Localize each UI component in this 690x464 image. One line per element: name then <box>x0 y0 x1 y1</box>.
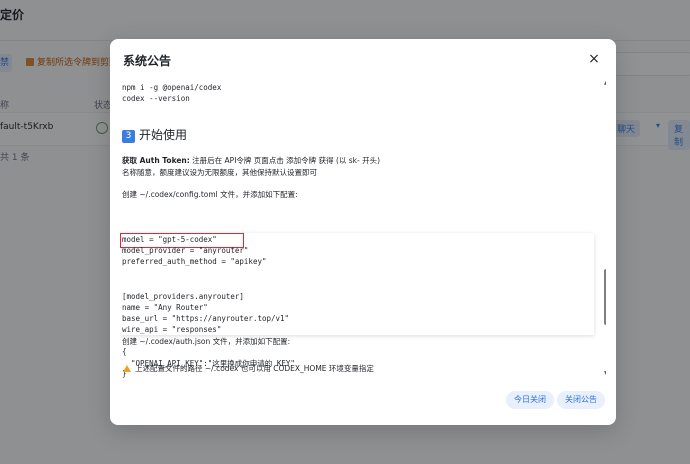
code-line: wire_api = "responses" <box>122 325 222 334</box>
number-3-icon: 3 <box>122 130 135 143</box>
auth-text: 注册后在 API令牌 页面点击 添加令牌 获得 (以 sk- 开头) <box>189 156 381 165</box>
announcement-content[interactable]: npm i -g @openai/codex codex --version 3… <box>120 75 606 383</box>
code-line: name = "Any Router" <box>122 303 208 312</box>
section-title: 开始使用 <box>139 128 188 142</box>
code-line: [model_providers.anyrouter] <box>122 292 244 301</box>
scrollbar[interactable] <box>603 75 606 383</box>
warning-icon <box>123 365 131 372</box>
code-line: model = "gpt-5-codex" <box>122 235 217 244</box>
code-line: model_provider = "anyrouter" <box>122 246 249 255</box>
warning-text: 上述配置文件的路径 ~/.codex 也可以用 CODEX_HOME 环境变量指… <box>135 364 374 373</box>
close-today-button[interactable]: 今日关闭 <box>506 391 554 409</box>
code-line: base_url = "https://anyrouter.top/v1" <box>122 314 290 323</box>
close-announcement-button[interactable]: 关闭公告 <box>557 391 605 409</box>
close-icon[interactable]: × <box>585 50 603 68</box>
scroll-down-icon[interactable]: ▼ <box>604 370 606 377</box>
announcement-modal: 系统公告 × npm i -g @openai/codex codex --ve… <box>110 39 616 425</box>
config-intro: 创建 ~/.codex/config.toml 文件，并添加如下配置: <box>122 190 298 199</box>
auth-json-intro: 创建 ~/.codex/auth.json 文件，并添加如下配置: <box>122 337 291 346</box>
auth-label: 获取 Auth Token: <box>122 156 190 165</box>
code-line: preferred_auth_method = "apikey" <box>122 257 267 266</box>
section-heading: 3 开始使用 <box>122 126 187 143</box>
code-line: codex --version <box>122 94 190 103</box>
modal-title: 系统公告 <box>123 54 172 68</box>
code-line: { <box>122 347 127 356</box>
auth-instruction: 获取 Auth Token: 注册后在 API令牌 页面点击 添加令牌 获得 (… <box>122 155 380 166</box>
auth-note: 名称随意，额度建议设为无限额度，其他保持默认设置即可 <box>122 168 317 177</box>
code-line: npm i -g @openai/codex <box>122 83 222 92</box>
scroll-up-icon[interactable]: ▲ <box>604 79 606 86</box>
warning-note: 上述配置文件的路径 ~/.codex 也可以用 CODEX_HOME 环境变量指… <box>123 363 374 374</box>
scrollbar-thumb[interactable] <box>604 269 606 325</box>
